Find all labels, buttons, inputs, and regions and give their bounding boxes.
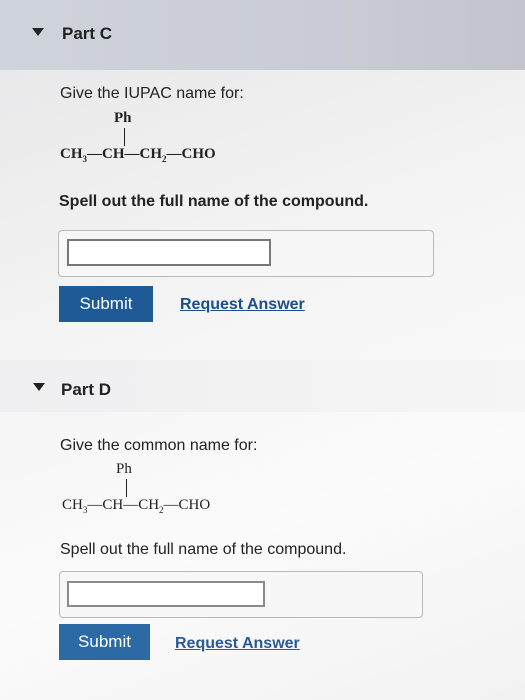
structural-formula: CH3—CH—CH2—CHO (62, 497, 211, 515)
phenyl-substituent: Ph (114, 110, 132, 126)
part-c-answer-container (58, 230, 434, 277)
part-d-instruction: Spell out the full name of the compound. (60, 541, 347, 558)
part-d-structure: Ph CH3—CH—CH2—CHO (62, 461, 282, 521)
part-d-title: Part D (61, 380, 112, 399)
part-c-answer-input[interactable] (67, 239, 271, 266)
part-d-request-answer-link[interactable]: Request Answer (175, 635, 300, 653)
phenyl-substituent: Ph (116, 461, 132, 477)
part-c-instruction: Spell out the full name of the compound. (59, 193, 369, 210)
part-d-prompt: Give the common name for: (60, 437, 258, 454)
part-c-submit-button[interactable]: Submit (59, 286, 153, 322)
part-c-structure: Ph CH3—CH—CH2—CHO (60, 110, 280, 170)
part-c-prompt: Give the IUPAC name for: (60, 85, 244, 102)
structural-formula: CH3—CH—CH2—CHO (60, 146, 216, 164)
bond-line (124, 128, 125, 146)
part-c-title: Part C (62, 24, 113, 43)
part-c-header[interactable]: Part C (0, 0, 525, 70)
part-d-header[interactable]: Part D (0, 360, 525, 412)
caret-down-icon[interactable] (32, 28, 44, 36)
bond-line (126, 479, 127, 497)
part-d-answer-container (59, 571, 423, 618)
part-c-request-answer-link[interactable]: Request Answer (180, 296, 305, 314)
part-d-submit-button[interactable]: Submit (59, 624, 150, 660)
part-d-answer-input[interactable] (67, 581, 265, 607)
caret-down-icon[interactable] (33, 383, 45, 391)
